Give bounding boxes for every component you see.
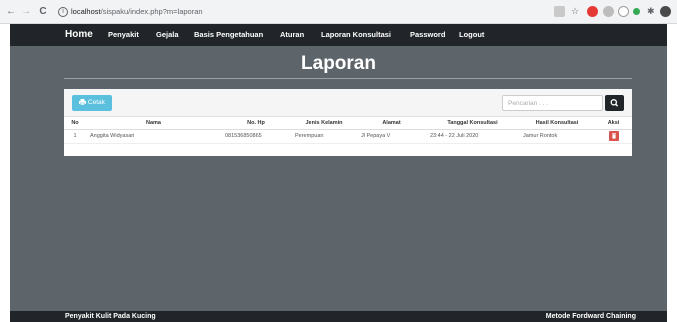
header-aksi: Aksi xyxy=(595,117,632,130)
forward-icon[interactable]: → xyxy=(20,6,32,18)
ring-extension-icon[interactable] xyxy=(618,6,629,17)
nav-logout[interactable]: Logout xyxy=(459,24,484,46)
print-button[interactable]: Cetak xyxy=(72,95,112,111)
cell-alamat: Jl Pepaya V xyxy=(357,129,426,144)
back-icon[interactable]: ← xyxy=(5,6,17,18)
cell-jenis-kelamin: Perempuan xyxy=(291,129,357,144)
url-host: localhost xyxy=(71,7,101,16)
browser-toolbar: ← → C i localhost/sispaku/index.php?m=la… xyxy=(0,0,677,24)
report-panel: Cetak No Nama No. Hp Jenis Kelami xyxy=(64,89,632,156)
table-header-row: No Nama No. Hp Jenis Kelamin Alamat Tang… xyxy=(64,117,632,130)
address-bar[interactable]: localhost/sispaku/index.php?m=laporan xyxy=(71,6,203,18)
print-button-label: Cetak xyxy=(87,99,105,106)
site-info-icon[interactable]: i xyxy=(58,7,68,17)
footer-left-text: Penyakit Kulit Pada Kucing xyxy=(65,313,156,320)
header-hasil-konsultasi: Hasil Konsultasi xyxy=(519,117,595,130)
url-path: /sispaku/index.php?m=laporan xyxy=(100,7,203,16)
app-container: Home Penyakit Gejala Basis Pengetahuan A… xyxy=(10,24,667,322)
footer-right-text: Metode Fordward Chaining xyxy=(545,313,636,320)
cell-hasil-konsultasi: Jamur Rontok xyxy=(519,129,595,144)
cell-no-hp: 081536850865 xyxy=(221,129,291,144)
nav-penyakit[interactable]: Penyakit xyxy=(108,24,139,46)
bookmark-star-icon[interactable]: ☆ xyxy=(571,5,579,17)
nav-home[interactable]: Home xyxy=(65,24,93,46)
printer-icon xyxy=(79,99,87,106)
title-divider xyxy=(64,78,632,79)
header-no-hp: No. Hp xyxy=(221,117,291,130)
header-tanggal-konsultasi: Tanggal Konsultasi xyxy=(426,117,519,130)
search-icon xyxy=(610,99,619,107)
cell-aksi xyxy=(595,129,632,144)
puzzle-extension-icon[interactable]: ✱ xyxy=(647,5,655,17)
extension-icon[interactable] xyxy=(603,6,614,17)
report-table: No Nama No. Hp Jenis Kelamin Alamat Tang… xyxy=(64,117,632,144)
translate-icon[interactable] xyxy=(554,6,565,17)
profile-avatar[interactable] xyxy=(660,6,671,17)
nav-basis-pengetahuan[interactable]: Basis Pengetahuan xyxy=(194,24,263,46)
cell-no: 1 xyxy=(64,129,86,144)
nav-password[interactable]: Password xyxy=(410,24,445,46)
reload-icon[interactable]: C xyxy=(37,6,49,18)
green-dot-extension-icon[interactable] xyxy=(633,8,640,15)
pinterest-extension-icon[interactable] xyxy=(587,6,598,17)
header-jenis-kelamin: Jenis Kelamin xyxy=(291,117,357,130)
header-alamat: Alamat xyxy=(357,117,426,130)
nav-gejala[interactable]: Gejala xyxy=(156,24,179,46)
header-no: No xyxy=(64,117,86,130)
footer: Penyakit Kulit Pada Kucing Metode Fordwa… xyxy=(10,311,667,322)
trash-icon xyxy=(611,133,616,139)
search-button[interactable] xyxy=(605,95,624,111)
nav-aturan[interactable]: Aturan xyxy=(280,24,304,46)
panel-toolbar: Cetak xyxy=(64,89,632,117)
search-input[interactable] xyxy=(502,95,603,111)
cell-tanggal-konsultasi: 23:44 - 22 Juli 2020 xyxy=(426,129,519,144)
delete-button[interactable] xyxy=(608,131,619,141)
header-nama: Nama xyxy=(86,117,221,130)
top-navbar: Home Penyakit Gejala Basis Pengetahuan A… xyxy=(10,24,667,46)
cell-nama: Anggita Widyasari xyxy=(86,129,221,144)
table-row: 1 Anggita Widyasari 081536850865 Perempu… xyxy=(64,129,632,144)
page-title: Laporan xyxy=(301,53,376,74)
nav-laporan-konsultasi[interactable]: Laporan Konsultasi xyxy=(321,24,391,46)
